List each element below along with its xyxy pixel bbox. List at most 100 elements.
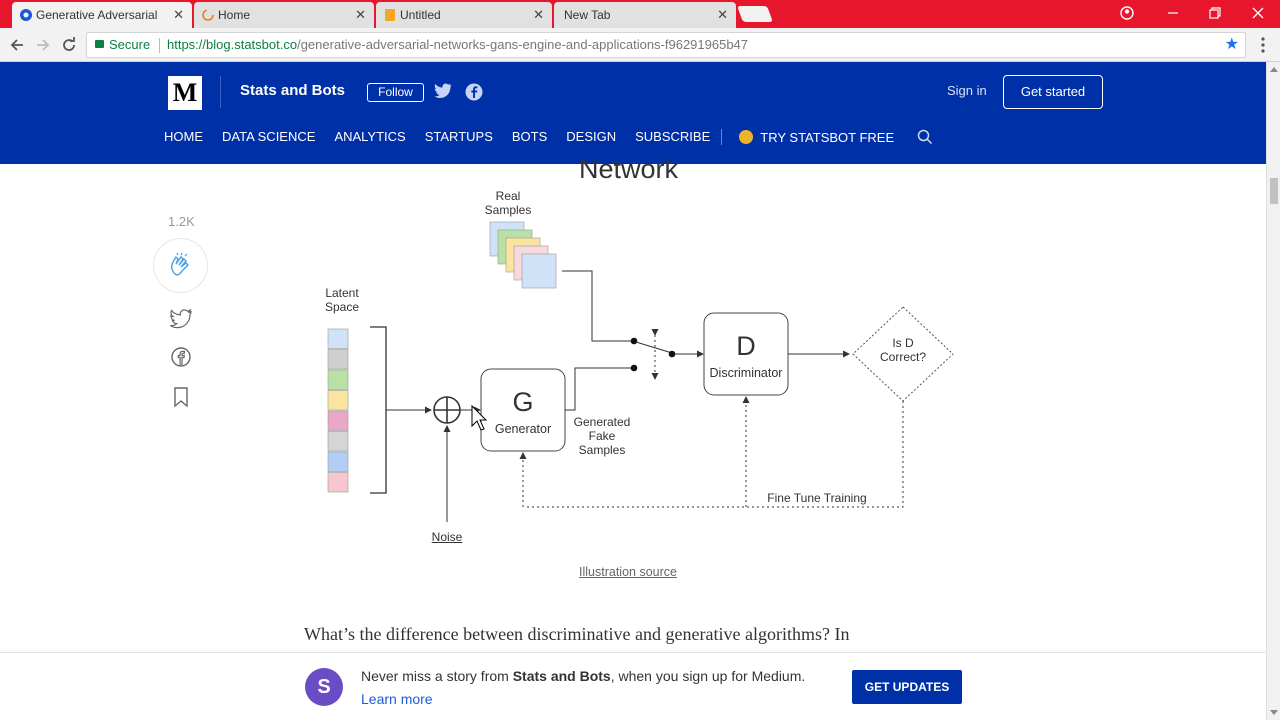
new-tab-button[interactable] — [737, 6, 773, 22]
nav-analytics[interactable]: ANALYTICS — [334, 129, 405, 145]
scroll-up-icon[interactable] — [1270, 66, 1278, 72]
nav-try-statsbot[interactable]: TRY STATSBOT FREE — [739, 129, 894, 145]
publication-name[interactable]: Stats and Bots — [240, 82, 345, 99]
latent-cell — [327, 472, 349, 493]
sign-in-link[interactable]: Sign in — [947, 83, 987, 98]
tab-title: Generative Adversarial N — [36, 8, 158, 22]
window-close-icon[interactable] — [1251, 6, 1265, 20]
real-samples-line1: Real — [495, 189, 521, 203]
nav-design[interactable]: DESIGN — [566, 129, 616, 145]
fake-samples-line — [565, 367, 633, 411]
bookmark-icon[interactable] — [170, 386, 192, 408]
close-icon[interactable]: ✕ — [173, 7, 184, 23]
get-started-button[interactable]: Get started — [1003, 75, 1103, 109]
discriminator-letter: D — [736, 331, 756, 361]
is-d-correct-line1: Is D — [892, 336, 914, 350]
real-samples-stack — [489, 221, 557, 289]
switch-pivot — [668, 350, 676, 358]
follow-button[interactable]: Follow — [367, 83, 424, 102]
url-input[interactable]: Secure https://blog.statsbot.co/generati… — [86, 32, 1246, 58]
close-icon[interactable]: ✕ — [717, 7, 728, 23]
nav-home[interactable]: HOME — [164, 129, 203, 145]
switch-arm — [635, 341, 673, 354]
generator-letter: G — [512, 387, 534, 417]
back-icon[interactable] — [8, 36, 26, 54]
latent-cell — [327, 349, 349, 370]
tab-generative-adversarial[interactable]: Generative Adversarial N ✕ — [12, 2, 192, 28]
clap-button[interactable] — [153, 238, 208, 293]
secure-label: Secure — [109, 37, 151, 52]
is-d-correct-label: Is D Correct? — [873, 336, 933, 364]
noise-label: Noise — [431, 530, 463, 544]
logo-divider — [220, 76, 221, 108]
illustration-source-link[interactable]: Illustration source — [579, 565, 677, 579]
latent-bracket — [370, 326, 387, 494]
tab-title: Untitled — [400, 8, 441, 22]
generated-samples-label: Generated Fake Samples — [567, 415, 637, 457]
banner-text-post: , when you sign up for Medium. — [610, 668, 806, 684]
loading-icon — [202, 9, 214, 21]
real-samples-line — [562, 270, 633, 342]
lock-icon — [95, 40, 104, 48]
forward-icon[interactable] — [34, 36, 52, 54]
share-twitter-icon[interactable] — [170, 308, 192, 330]
restore-icon[interactable] — [1208, 6, 1222, 20]
nav-startups[interactable]: STARTUPS — [425, 129, 493, 145]
latent-space-line2: Space — [324, 300, 360, 314]
share-facebook-icon[interactable] — [170, 346, 192, 368]
nav-divider — [721, 129, 723, 145]
article-paragraph: What’s the difference between discrimina… — [304, 624, 850, 644]
nav-bots[interactable]: BOTS — [512, 129, 547, 145]
clap-icon — [170, 252, 189, 275]
fine-tune-label: Fine Tune Training — [767, 491, 867, 505]
browser-tab-bar: Generative Adversarial N ✕ Home ✕ Untitl… — [0, 0, 1280, 28]
secure-indicator[interactable]: Secure — [95, 33, 150, 57]
url-text: https://blog.statsbot.co/generative-adve… — [167, 33, 748, 57]
latent-cell — [327, 431, 349, 452]
real-samples-line2: Samples — [484, 203, 532, 217]
tab-title: New Tab — [564, 8, 611, 22]
nav-subscribe[interactable]: SUBSCRIBE — [635, 129, 710, 145]
bookmark-star-icon[interactable]: ★ — [1225, 33, 1239, 57]
scroll-down-icon[interactable] — [1270, 710, 1278, 716]
generated-line3: Samples — [578, 443, 626, 457]
statsbot-icon — [739, 130, 754, 144]
tab-home[interactable]: Home ✕ — [194, 2, 374, 28]
tab-new-tab[interactable]: New Tab ✕ — [554, 2, 736, 28]
get-updates-button[interactable]: GET UPDATES — [852, 670, 962, 704]
url-host: https://blog.statsbot.co — [167, 37, 298, 52]
latent-space-label: Latent Space — [312, 286, 372, 314]
profile-icon[interactable] — [1120, 6, 1134, 20]
search-icon[interactable] — [917, 129, 933, 145]
learn-more-link[interactable]: Learn more — [361, 691, 433, 707]
publication-nav: HOME DATA SCIENCE ANALYTICS STARTUPS BOT… — [164, 129, 933, 145]
clap-count: 1.2K — [168, 214, 195, 229]
latent-space-line1: Latent — [325, 286, 359, 300]
publication-header: M Stats and Bots Follow Sign in Get star… — [0, 62, 1266, 164]
publication-avatar: S — [305, 668, 343, 706]
url-path: /generative-adversarial-networks-gans-en… — [297, 37, 749, 52]
switch-terminal-real — [630, 337, 638, 345]
discriminator-label: Discriminator — [709, 366, 783, 380]
medium-logo[interactable]: M — [168, 76, 202, 110]
close-icon[interactable]: ✕ — [533, 7, 544, 23]
latent-cell — [327, 390, 349, 411]
nav-data-science[interactable]: DATA SCIENCE — [222, 129, 315, 145]
scroll-thumb[interactable] — [1270, 178, 1278, 204]
real-samples-label: Real Samples — [478, 189, 538, 217]
statsbot-favicon-icon — [20, 9, 32, 21]
facebook-icon[interactable] — [465, 83, 483, 101]
close-icon[interactable]: ✕ — [355, 7, 366, 23]
tab-title: Home — [218, 8, 251, 22]
chrome-menu-icon[interactable] — [1259, 36, 1267, 54]
tab-untitled[interactable]: Untitled ✕ — [376, 2, 552, 28]
twitter-icon[interactable] — [434, 83, 452, 99]
address-bar-row: Secure https://blog.statsbot.co/generati… — [0, 28, 1280, 62]
document-icon — [385, 9, 395, 21]
page-scrollbar[interactable] — [1266, 62, 1280, 720]
latent-cell — [327, 410, 349, 431]
minimize-icon[interactable] — [1166, 6, 1180, 20]
latent-cell — [327, 369, 349, 390]
banner-publication: Stats and Bots — [512, 668, 611, 684]
reload-icon[interactable] — [60, 36, 78, 54]
